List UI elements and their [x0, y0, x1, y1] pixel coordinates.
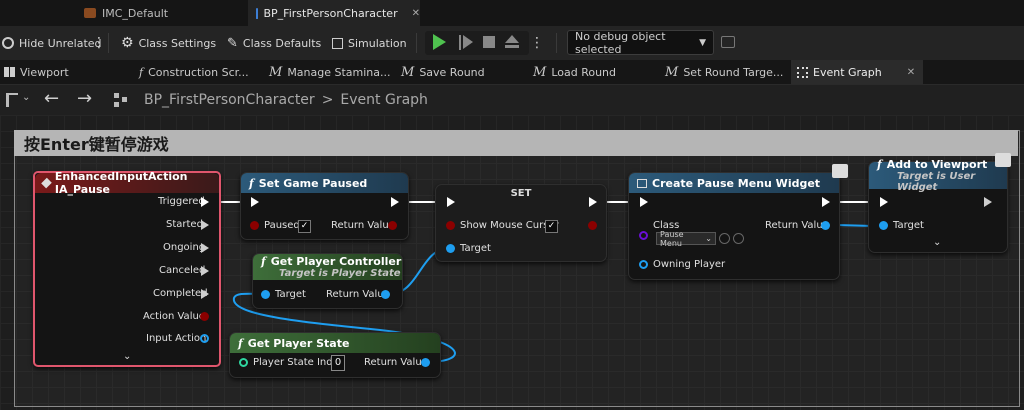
data-pin-return-value[interactable] — [821, 221, 830, 230]
exec-pin-in[interactable] — [447, 197, 455, 207]
pin-label: Return Value — [364, 357, 428, 368]
data-pin-owning-player[interactable] — [639, 260, 648, 269]
pin-label: Completed — [153, 288, 208, 299]
node-title: Add to Viewport — [886, 158, 988, 171]
data-pin-player-state-index[interactable] — [239, 358, 248, 367]
browse-icon[interactable] — [719, 233, 730, 244]
pin-label: Triggered — [158, 196, 205, 207]
pin-label: Target — [460, 243, 491, 254]
node-title: Set Game Paused — [258, 176, 368, 190]
network-monitor-icon — [832, 164, 848, 178]
widget-icon — [637, 178, 647, 188]
exec-pin-completed[interactable] — [201, 289, 209, 299]
node-title: Get Player State — [247, 336, 350, 350]
exec-pin-out[interactable] — [589, 197, 597, 207]
class-select-value: Pause Menu — [660, 229, 684, 248]
node-title: Get Player Controller — [270, 255, 402, 268]
function-icon: f — [238, 336, 243, 350]
use-selected-icon[interactable] — [733, 233, 744, 244]
pin-label: Canceled — [159, 265, 206, 276]
event-diamond-icon — [41, 177, 52, 189]
data-pin-target[interactable] — [446, 244, 455, 253]
node-title: EnhancedInputAction IA_Pause — [54, 170, 188, 196]
pin-label: Started — [166, 219, 203, 230]
pin-label: Action Value — [143, 311, 205, 322]
network-monitor-icon — [995, 153, 1011, 167]
node-header: f Set Game Paused — [241, 173, 408, 193]
class-pin[interactable] — [639, 231, 648, 240]
chevron-down-icon[interactable]: ⌄ — [933, 237, 941, 248]
node-header: f Get Player State — [230, 333, 440, 353]
pin-label: Return Value — [331, 220, 395, 231]
exec-pin-in[interactable] — [251, 197, 259, 207]
data-pin-output[interactable] — [588, 221, 597, 230]
pin-label: Owning Player — [653, 259, 726, 270]
node-title: SET — [510, 188, 532, 199]
node-title: Create Pause Menu Widget — [652, 176, 821, 190]
exec-pin-ongoing[interactable] — [201, 243, 209, 253]
node-header: f Get Player Controller Target is Player … — [253, 254, 402, 280]
exec-pin-in[interactable] — [640, 197, 648, 207]
data-pin-return-value[interactable] — [421, 358, 430, 367]
node-subtitle: Target is User Widget — [897, 171, 976, 193]
paused-checkbox[interactable]: ✓ — [298, 220, 311, 233]
pin-label: Input Action — [146, 333, 207, 344]
data-pin-target[interactable] — [879, 221, 888, 230]
pin-label: Target — [275, 289, 306, 300]
exec-pin-triggered[interactable] — [201, 197, 209, 207]
class-select[interactable]: Pause Menu ⌄ — [656, 229, 716, 248]
chevron-down-icon[interactable]: ⌄ — [123, 351, 131, 362]
function-icon: f — [261, 255, 266, 268]
data-pin-input-action[interactable] — [200, 334, 209, 343]
data-pin-return-value[interactable] — [381, 290, 390, 299]
pin-label: Paused — [264, 220, 300, 231]
exec-pin-out[interactable] — [822, 197, 830, 207]
data-pin-target[interactable] — [261, 290, 270, 299]
pin-label: Ongoing — [163, 242, 206, 253]
exec-pin-in[interactable] — [880, 197, 888, 207]
node-get-player-controller[interactable]: f Get Player Controller Target is Player … — [252, 253, 403, 309]
player-state-index-field[interactable]: 0 — [331, 355, 345, 371]
function-icon: f — [249, 176, 254, 190]
pin-label: Return Value — [765, 220, 829, 231]
pin-label: Show Mouse Cursor — [460, 220, 559, 231]
exec-pin-canceled[interactable] — [201, 266, 209, 276]
node-header: Create Pause Menu Widget — [629, 173, 839, 193]
exec-pin-started[interactable] — [201, 220, 209, 230]
exec-pin-out[interactable] — [391, 197, 399, 207]
pin-label: Target — [893, 220, 924, 231]
chevron-down-icon: ⌄ — [705, 234, 712, 243]
node-header: f Add to Viewport Target is User Widget — [869, 158, 1007, 193]
node-header: EnhancedInputAction IA_Pause — [35, 170, 219, 196]
exec-pin-out[interactable] — [984, 197, 992, 207]
node-subtitle: Target is Player State — [279, 268, 401, 279]
data-pin-action-value[interactable] — [200, 312, 209, 321]
data-pin-return-value[interactable] — [388, 221, 397, 230]
data-pin-paused[interactable] — [250, 221, 259, 230]
show-mouse-cursor-checkbox[interactable]: ✓ — [545, 220, 558, 233]
function-icon: f — [877, 158, 882, 171]
data-pin-show-mouse-cursor[interactable] — [446, 221, 455, 230]
